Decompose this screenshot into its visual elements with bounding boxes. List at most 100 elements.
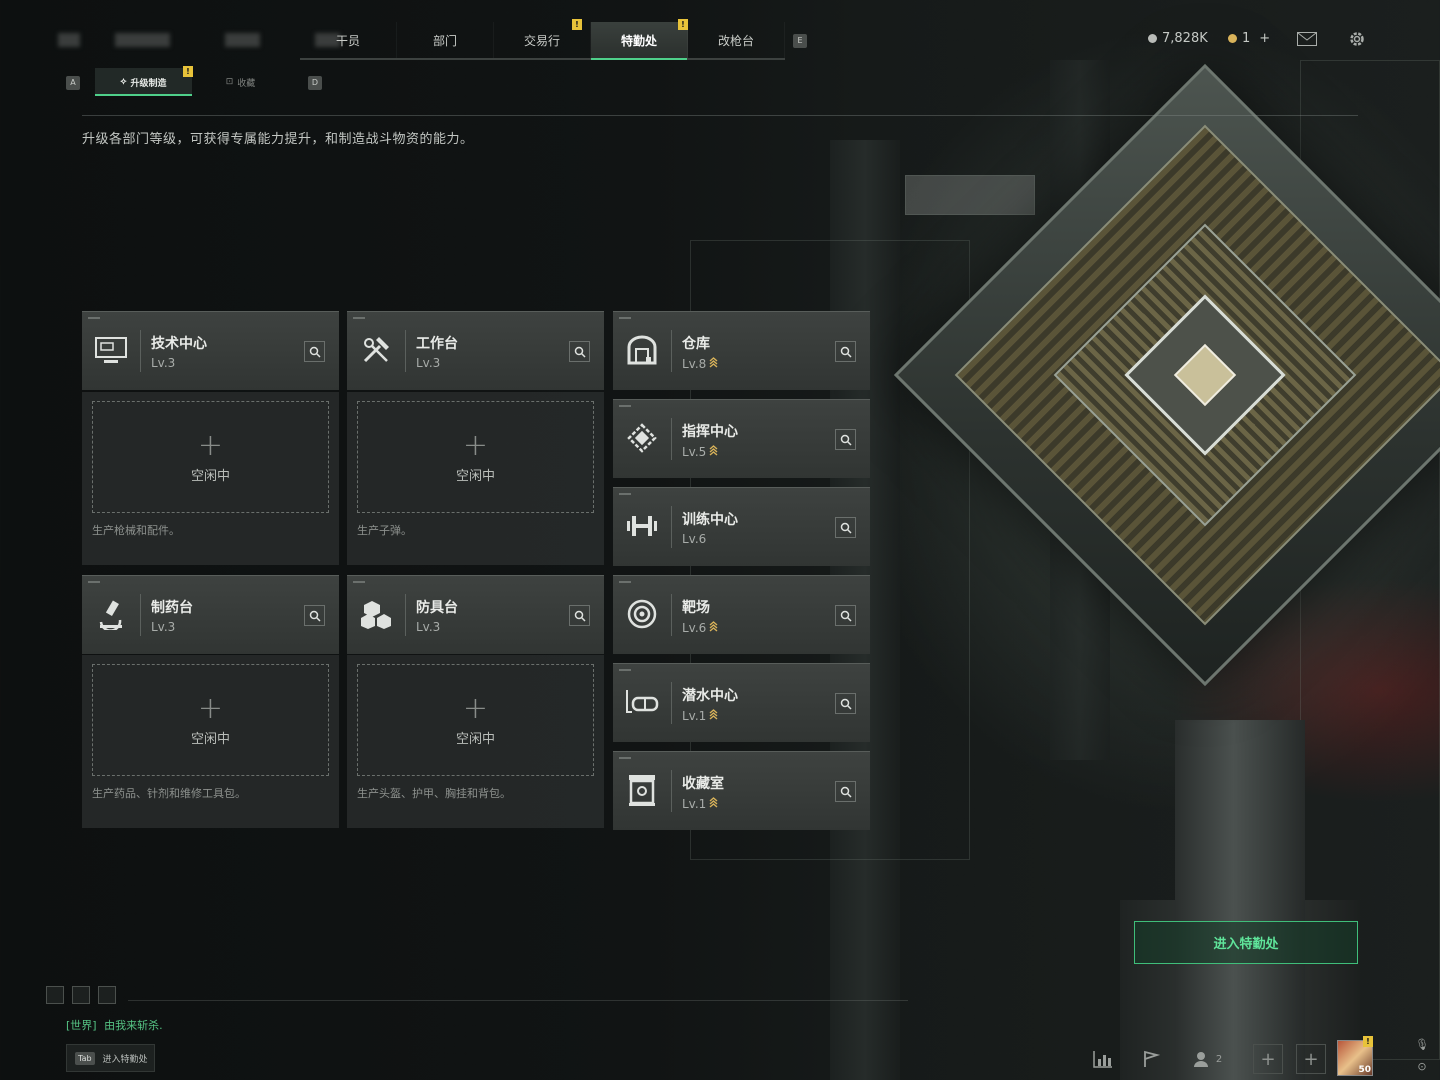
facility-name: 防具台 bbox=[416, 600, 458, 616]
monitor-icon bbox=[93, 332, 129, 368]
add-currency-button[interactable]: + bbox=[1259, 31, 1270, 46]
tab-key: Tab bbox=[75, 1051, 95, 1065]
upgrade-available-icon bbox=[709, 708, 718, 723]
tab-special-ops[interactable]: 特勤处 ! bbox=[591, 19, 688, 60]
facility-card-shooting-range[interactable]: 靶场 Lv.6 bbox=[613, 575, 870, 654]
chat-channel-button[interactable] bbox=[46, 986, 64, 1004]
facility-card-command-center[interactable]: 指挥中心 Lv.5 bbox=[613, 399, 870, 478]
card-separator bbox=[405, 330, 406, 372]
facility-level: Lv.5 bbox=[682, 444, 718, 459]
facility-card-pharmacy[interactable]: 制药台 Lv.3 bbox=[82, 575, 339, 654]
slot-status: 空闲中 bbox=[190, 731, 230, 747]
microscope-icon bbox=[93, 596, 129, 632]
premium-coin-icon bbox=[1228, 34, 1237, 43]
add-squad-slot-button[interactable]: + bbox=[1296, 1044, 1326, 1074]
voice-settings-icon[interactable]: ⊙ bbox=[1412, 1056, 1432, 1076]
search-icon[interactable] bbox=[569, 605, 590, 626]
tab-label: 交易行 bbox=[523, 33, 560, 48]
tab-shortcut-hint[interactable]: Tab 进入特勤处 bbox=[66, 1044, 155, 1072]
tab-collection[interactable]: ⊡ 收藏 bbox=[192, 68, 289, 96]
search-icon[interactable] bbox=[835, 693, 856, 714]
plus-icon: + bbox=[197, 690, 224, 726]
facility-card-collection-room[interactable]: 收藏室 Lv.1 bbox=[613, 751, 870, 830]
card-separator bbox=[140, 330, 141, 372]
mail-icon[interactable] bbox=[1296, 29, 1318, 49]
tab-operators[interactable]: 干员 bbox=[300, 22, 397, 58]
slot-description: 生产药品、针剂和维修工具包。 bbox=[92, 787, 246, 800]
tab-gunsmith[interactable]: 改枪台 bbox=[688, 22, 785, 58]
tab-label: 干员 bbox=[335, 33, 360, 48]
facility-card-warehouse[interactable]: 仓库 Lv.8 bbox=[613, 311, 870, 390]
level-text: Lv.1 bbox=[682, 796, 707, 811]
slot-description: 生产枪械和配件。 bbox=[92, 524, 180, 537]
dumbbell-icon bbox=[624, 508, 660, 544]
level-text: Lv.6 bbox=[682, 620, 707, 635]
facility-level: Lv.1 bbox=[682, 708, 718, 723]
tab-departments[interactable]: 部门 bbox=[397, 22, 494, 58]
card-marker bbox=[88, 317, 100, 319]
facility-card-armor-bench[interactable]: 防具台 Lv.3 bbox=[347, 575, 604, 654]
level-text: Lv.3 bbox=[151, 620, 176, 634]
chat-channel-button[interactable] bbox=[72, 986, 90, 1004]
add-squad-slot-button[interactable]: + bbox=[1253, 1044, 1283, 1074]
search-icon[interactable] bbox=[835, 781, 856, 802]
divider bbox=[82, 115, 1358, 116]
card-marker bbox=[88, 581, 100, 583]
key-hint-a: A bbox=[66, 76, 80, 90]
production-slot-ammo[interactable]: + 空闲中 bbox=[357, 401, 594, 513]
facility-card-diving-center[interactable]: 潜水中心 Lv.1 bbox=[613, 663, 870, 742]
facility-card-training-center[interactable]: 训练中心 Lv.6 bbox=[613, 487, 870, 566]
upgrade-available-icon bbox=[709, 444, 718, 459]
search-icon[interactable] bbox=[304, 605, 325, 626]
production-slot-firearms[interactable]: + 空闲中 bbox=[92, 401, 329, 513]
avatar-level: 50 bbox=[1358, 1065, 1371, 1075]
search-icon[interactable] bbox=[569, 341, 590, 362]
settings-gear-icon[interactable] bbox=[1346, 28, 1368, 50]
slot-description: 生产头盔、护甲、胸挂和背包。 bbox=[357, 787, 511, 800]
level-text: Lv.5 bbox=[682, 444, 707, 459]
card-separator bbox=[671, 330, 672, 372]
enter-special-ops-button[interactable]: 进入特勤处 bbox=[1134, 921, 1358, 964]
search-icon[interactable] bbox=[835, 341, 856, 362]
friends-button[interactable]: 2 bbox=[1188, 1044, 1228, 1074]
card-marker bbox=[619, 757, 631, 759]
flag-icon[interactable] bbox=[1136, 1044, 1166, 1074]
slot-description: 生产子弹。 bbox=[357, 524, 412, 537]
facility-card-workbench[interactable]: 工作台 Lv.3 bbox=[347, 311, 604, 390]
facility-name: 训练中心 bbox=[682, 512, 738, 528]
tab-market[interactable]: 交易行 ! bbox=[494, 19, 591, 58]
warehouse-icon bbox=[624, 332, 660, 368]
diving-icon bbox=[624, 684, 660, 720]
production-slot-armor[interactable]: + 空闲中 bbox=[357, 664, 594, 776]
microphone-icon[interactable]: 🎙 bbox=[1412, 1034, 1432, 1054]
coin-icon bbox=[1148, 34, 1157, 43]
facility-name: 潜水中心 bbox=[682, 688, 738, 704]
player-info-blur bbox=[225, 33, 260, 47]
chat-message[interactable]: [世界] 由我来斩杀. bbox=[66, 1017, 163, 1033]
production-slot-panel: + 空闲中 生产子弹。 bbox=[347, 392, 604, 565]
slot-status: 空闲中 bbox=[190, 468, 230, 484]
wrench-icon: ⟡ bbox=[120, 77, 127, 87]
friends-count: 2 bbox=[1215, 1053, 1223, 1065]
facility-card-tech-center[interactable]: 技术中心 Lv.3 bbox=[82, 311, 339, 390]
upgrade-available-icon bbox=[709, 796, 718, 811]
search-icon[interactable] bbox=[835, 517, 856, 538]
chat-channel-button[interactable] bbox=[98, 986, 116, 1004]
tab-upgrade-manufacture[interactable]: ⟡ 升级制造 ! bbox=[95, 66, 193, 96]
facility-level: Lv.1 bbox=[682, 796, 718, 811]
facility-name: 制药台 bbox=[151, 600, 193, 616]
card-marker bbox=[353, 581, 365, 583]
card-separator bbox=[671, 418, 672, 460]
facility-name: 技术中心 bbox=[151, 336, 207, 352]
search-icon[interactable] bbox=[835, 605, 856, 626]
chat-text: 由我来斩杀. bbox=[104, 1019, 163, 1032]
facility-name: 收藏室 bbox=[682, 776, 724, 792]
search-icon[interactable] bbox=[304, 341, 325, 362]
target-icon bbox=[624, 596, 660, 632]
production-slot-medicine[interactable]: + 空闲中 bbox=[92, 664, 329, 776]
tab-label: 改枪台 bbox=[717, 33, 754, 48]
card-marker bbox=[353, 317, 365, 319]
stats-chart-icon[interactable] bbox=[1088, 1044, 1118, 1074]
search-icon[interactable] bbox=[835, 429, 856, 450]
currency-secondary-value: 1 bbox=[1242, 31, 1251, 46]
